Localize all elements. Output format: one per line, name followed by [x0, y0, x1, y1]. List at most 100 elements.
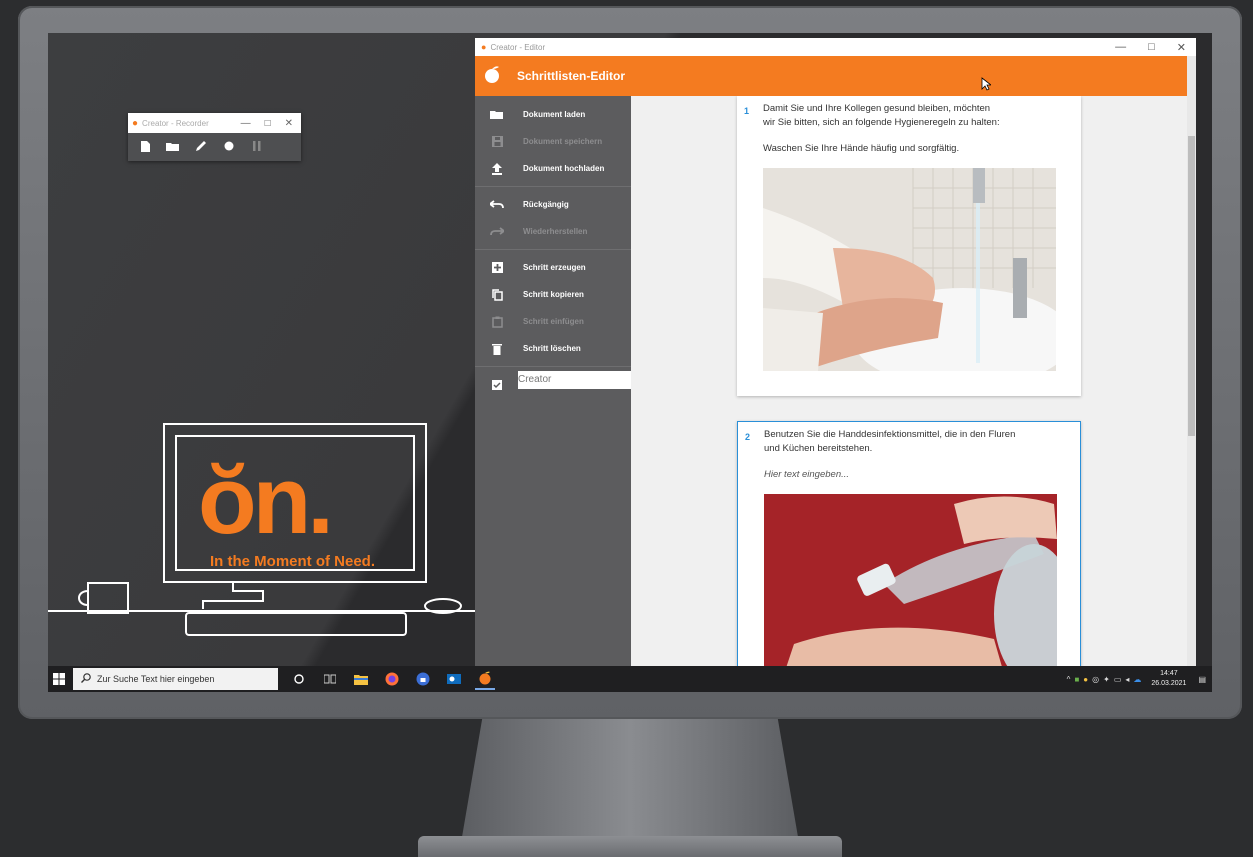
clock-time: 14:47: [1160, 670, 1178, 677]
step-text[interactable]: und Küchen bereitstehen.: [764, 442, 872, 456]
minimize-button[interactable]: —: [1115, 41, 1126, 54]
recorder-title: Creator - Recorder: [142, 118, 209, 128]
sidebar-item-label: Rückgängig: [523, 200, 569, 209]
taskbar-search[interactable]: Zur Suche Text hier eingeben: [73, 668, 278, 690]
file-explorer-icon[interactable]: [351, 669, 371, 689]
recorder-toolbar: [128, 133, 301, 159]
sidebar-item-label: Schritt kopieren: [523, 290, 584, 299]
load-document-button[interactable]: Dokument laden: [475, 101, 631, 128]
copy-icon: [489, 288, 505, 301]
editor-header: Schrittlisten-Editor: [475, 56, 1187, 96]
add-icon: [489, 262, 505, 274]
copy-step-button[interactable]: Schritt kopieren: [475, 281, 631, 308]
redo-icon: [489, 226, 505, 238]
upload-document-button[interactable]: Dokument hochladen: [475, 155, 631, 182]
sidebar-item-label: Schritt einfügen: [523, 317, 584, 326]
recorder-titlebar: ● Creator - Recorder — □ ✕: [128, 113, 301, 133]
task-view-icon[interactable]: [320, 669, 340, 689]
step-text[interactable]: Waschen Sie Ihre Hände häufig und sorgfä…: [763, 142, 959, 156]
pause-icon[interactable]: [250, 139, 264, 153]
paste-step-button[interactable]: Schritt einfügen: [475, 308, 631, 335]
save-icon: [489, 136, 505, 148]
sidebar-item-label: Dokument laden: [523, 110, 586, 119]
editor-titlebar: ● Creator - Editor — □ ✕: [475, 38, 1196, 56]
chevron-up-icon[interactable]: ^: [1067, 675, 1071, 684]
step-card[interactable]: 1 Damit Sie und Ihre Kollegen gesund ble…: [737, 96, 1081, 396]
sidebar-item-label: Dokument hochladen: [523, 164, 605, 173]
step-text-placeholder[interactable]: Hier text eingeben...: [764, 468, 849, 482]
app-icon: ●: [481, 42, 487, 52]
outlook-icon[interactable]: [444, 669, 464, 689]
monitor-stand: [462, 719, 798, 837]
folder-open-icon[interactable]: [166, 139, 180, 153]
delete-step-button[interactable]: Schritt löschen: [475, 335, 631, 362]
recorder-window: ● Creator - Recorder — □ ✕: [128, 113, 301, 161]
folder-open-icon: [489, 109, 505, 121]
sanitizer-image: [764, 494, 1074, 668]
sidebar-item-label: Wiederherstellen: [523, 227, 588, 236]
cortana-icon[interactable]: [289, 669, 309, 689]
creator-app-icon[interactable]: [475, 668, 495, 690]
save-document-button[interactable]: Dokument speichern: [475, 128, 631, 155]
search-placeholder: Zur Suche Text hier eingeben: [97, 674, 215, 684]
record-icon[interactable]: [222, 139, 236, 153]
maximize-button[interactable]: □: [1148, 41, 1155, 54]
step-text[interactable]: Benutzen Sie die Handdesinfektionsmittel…: [764, 428, 1015, 442]
editor-window: ● Creator - Editor — □ ✕ Schrittlisten-E…: [475, 38, 1196, 668]
steps-list: 1 Damit Sie und Ihre Kollegen gesund ble…: [631, 96, 1187, 668]
monitor-screen: ● Creator - Recorder — □ ✕ ŏn. In the Mo…: [48, 33, 1212, 692]
taskbar: Zur Suche Text hier eingeben ^ ■ ● ◎ ✦ ▭…: [48, 666, 1212, 692]
sync-icon[interactable]: ◎: [1092, 675, 1099, 684]
pencil-icon[interactable]: [194, 139, 208, 153]
sidebar-item-label: Schritt erzeugen: [523, 263, 586, 272]
cloud-icon[interactable]: ☁: [1133, 675, 1141, 684]
maximize-button[interactable]: □: [265, 118, 271, 129]
clock[interactable]: 14:47 26.03.2021: [1151, 669, 1186, 689]
handwashing-image: [763, 168, 1073, 388]
step-number: 1: [744, 106, 750, 116]
close-button[interactable]: ✕: [285, 118, 293, 129]
creator-input[interactable]: Creator: [518, 371, 635, 389]
step-number: 2: [745, 432, 751, 442]
search-icon: [81, 673, 91, 685]
firefox-icon[interactable]: [382, 669, 402, 689]
checkbox-checked-icon[interactable]: [489, 379, 505, 391]
divider: [475, 249, 631, 250]
minimize-button[interactable]: —: [241, 118, 251, 129]
close-button[interactable]: ✕: [1177, 41, 1186, 54]
step-card-selected[interactable]: 2 Benutzen Sie die Handdesinfektionsmitt…: [737, 421, 1081, 668]
editor-title: Schrittlisten-Editor: [517, 69, 626, 83]
dropbox-icon[interactable]: ✦: [1103, 675, 1110, 684]
editor-sidebar: Dokument laden Dokument speichern Dokume…: [475, 96, 635, 668]
clock-date: 26.03.2021: [1151, 680, 1187, 687]
mouse-cursor-icon: [981, 77, 993, 96]
new-document-icon[interactable]: [138, 139, 152, 153]
notification-icon[interactable]: ▤: [1198, 675, 1206, 684]
network-icon[interactable]: ▭: [1114, 675, 1122, 684]
volume-icon[interactable]: ◂: [1125, 675, 1129, 684]
divider: [475, 366, 631, 367]
undo-button[interactable]: Rückgängig: [475, 191, 631, 218]
windows-icon: [53, 673, 65, 685]
paste-icon: [489, 316, 505, 328]
sidebar-item-label: Dokument speichern: [523, 137, 603, 146]
create-step-button[interactable]: Schritt erzeugen: [475, 254, 631, 281]
upload-icon: [489, 162, 505, 175]
divider: [475, 186, 631, 187]
app-logo-icon: [483, 65, 501, 88]
step-text[interactable]: wir Sie bitten, sich an folgende Hygiene…: [763, 116, 1000, 130]
tray-app-icon[interactable]: ■: [1074, 675, 1079, 684]
creator-tray-icon[interactable]: ●: [1083, 675, 1088, 684]
vertical-scrollbar[interactable]: [1187, 56, 1196, 668]
delete-icon: [489, 343, 505, 355]
redo-button[interactable]: Wiederherstellen: [475, 218, 631, 245]
system-tray: ^ ■ ● ◎ ✦ ▭ ◂ ☁ 14:47 26.03.2021 ▤: [1067, 669, 1212, 689]
start-button[interactable]: [48, 666, 70, 692]
monitor-base: [418, 836, 842, 857]
sidebar-item-label: Schritt löschen: [523, 344, 581, 353]
brand-logo: ŏn.: [198, 447, 334, 554]
step-text[interactable]: Damit Sie und Ihre Kollegen gesund bleib…: [763, 102, 990, 116]
password-manager-icon[interactable]: [413, 669, 433, 689]
scrollbar-thumb[interactable]: [1188, 136, 1195, 436]
app-icon: ●: [132, 117, 139, 129]
